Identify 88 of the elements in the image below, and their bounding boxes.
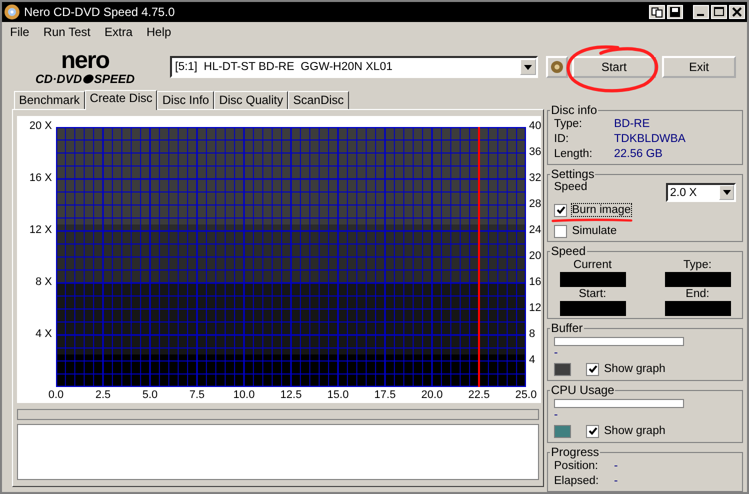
axis-label: 28	[529, 198, 542, 210]
usage-reading: -	[554, 408, 559, 422]
tab[interactable]: Create Disc	[84, 90, 158, 110]
axis-label: 4 X	[35, 328, 52, 340]
info-label: ID:	[554, 132, 570, 147]
speed-readout	[560, 272, 626, 287]
speed-field-label: Start:	[578, 287, 606, 301]
info-label: Elapsed:	[554, 474, 600, 489]
menu-item[interactable]: Extra	[104, 25, 132, 41]
axis-label: 10.0	[233, 389, 255, 401]
drive-dropdown[interactable]: [5:1] HL-DT-ST BD-RE GGW-H20N XL01	[170, 56, 538, 78]
menu-item[interactable]: Help	[146, 25, 172, 41]
axis-label: 36	[529, 146, 542, 158]
toolbar-button[interactable]: Exit	[662, 56, 736, 78]
checkbox[interactable]	[554, 224, 567, 238]
info-label: Position:	[554, 459, 600, 474]
color-swatch[interactable]	[554, 424, 571, 438]
axis-label: 20 X	[29, 120, 52, 132]
speed-dropdown[interactable]: 2.0 X	[666, 183, 736, 202]
axis-label: 24	[529, 224, 542, 236]
checkbox-label[interactable]: Burn image	[572, 204, 631, 216]
speed-readout	[560, 301, 626, 316]
tab[interactable]: Disc Info	[157, 91, 214, 109]
close-icon[interactable]	[729, 5, 745, 19]
minimize-icon[interactable]	[693, 5, 709, 19]
axis-label: 40	[529, 120, 542, 132]
info-value: 22.56 GB	[614, 147, 663, 162]
axis-label: 8 X	[35, 276, 52, 288]
color-swatch[interactable]	[554, 362, 571, 376]
axis-label: 12 X	[29, 224, 52, 236]
disc-icon	[4, 4, 20, 20]
group-title: Disc info	[550, 103, 598, 117]
speed-field-label: End:	[686, 287, 710, 301]
window-title: Nero CD-DVD Speed 4.75.0	[24, 5, 175, 19]
group-title: Progress	[550, 445, 600, 459]
speed-field-label: Current	[573, 258, 612, 272]
info-value: TDKBLDWBA	[614, 132, 686, 147]
toolbar-button[interactable]: Start	[572, 56, 656, 78]
usage-reading: -	[554, 346, 559, 360]
info-value: -	[614, 474, 618, 489]
checkbox[interactable]	[586, 424, 599, 438]
axis-label: 15.0	[327, 389, 349, 401]
axis-label: 12.5	[280, 389, 302, 401]
axis-label: 16	[529, 276, 542, 288]
dropdown-arrow-icon	[524, 64, 532, 70]
group-title: CPU Usage	[550, 383, 616, 397]
axis-label: 20.0	[421, 389, 443, 401]
checkbox-label[interactable]: Simulate	[572, 225, 617, 237]
axis-label: 2.5	[95, 389, 111, 401]
save-icon[interactable]	[667, 5, 683, 19]
checkbox-label[interactable]: Show graph	[604, 363, 666, 375]
tab[interactable]: Benchmark	[14, 91, 85, 109]
axis-label: 22.5	[468, 389, 490, 401]
logo: nero CD·DVD SPEED	[34, 49, 136, 85]
axis-label: 4	[529, 354, 536, 366]
menu-item[interactable]: Run Test	[43, 25, 90, 41]
axis-label: 20	[529, 250, 542, 262]
axis-label: 32	[529, 172, 542, 184]
info-value: BD-RE	[614, 117, 650, 132]
axis-label: 16 X	[29, 172, 52, 184]
axis-label: 17.5	[374, 389, 396, 401]
tab[interactable]: ScanDisc	[288, 91, 349, 109]
checkbox-label[interactable]: Show graph	[604, 425, 666, 437]
speed-readout	[664, 301, 730, 316]
info-label: Type:	[554, 117, 584, 132]
speed-field-label: Type:	[683, 258, 712, 272]
axis-label: 8	[529, 328, 536, 340]
info-label: Length:	[554, 147, 594, 162]
axis-label: 12	[529, 302, 542, 314]
axis-label: 0.0	[48, 389, 64, 401]
group-title: Speed	[550, 244, 587, 258]
group-title: Buffer	[550, 321, 584, 335]
disc-icon	[550, 60, 564, 74]
maximize-icon[interactable]	[711, 5, 727, 19]
speed-readout	[664, 272, 730, 287]
checkbox[interactable]	[586, 362, 599, 376]
menu-item[interactable]: File	[10, 25, 30, 41]
checkbox[interactable]	[554, 204, 567, 216]
info-value: -	[614, 459, 618, 474]
dropdown-arrow-icon	[722, 190, 730, 195]
tab[interactable]: Disc Quality	[214, 91, 288, 109]
axis-label: 25.0	[515, 389, 537, 401]
speed-label: Speed	[554, 181, 588, 193]
axis-label: 7.5	[189, 389, 205, 401]
drive-tools-button[interactable]	[546, 56, 568, 78]
axis-label: 5.0	[142, 389, 158, 401]
group-title: Settings	[550, 167, 596, 181]
copy-icon[interactable]	[649, 5, 665, 19]
